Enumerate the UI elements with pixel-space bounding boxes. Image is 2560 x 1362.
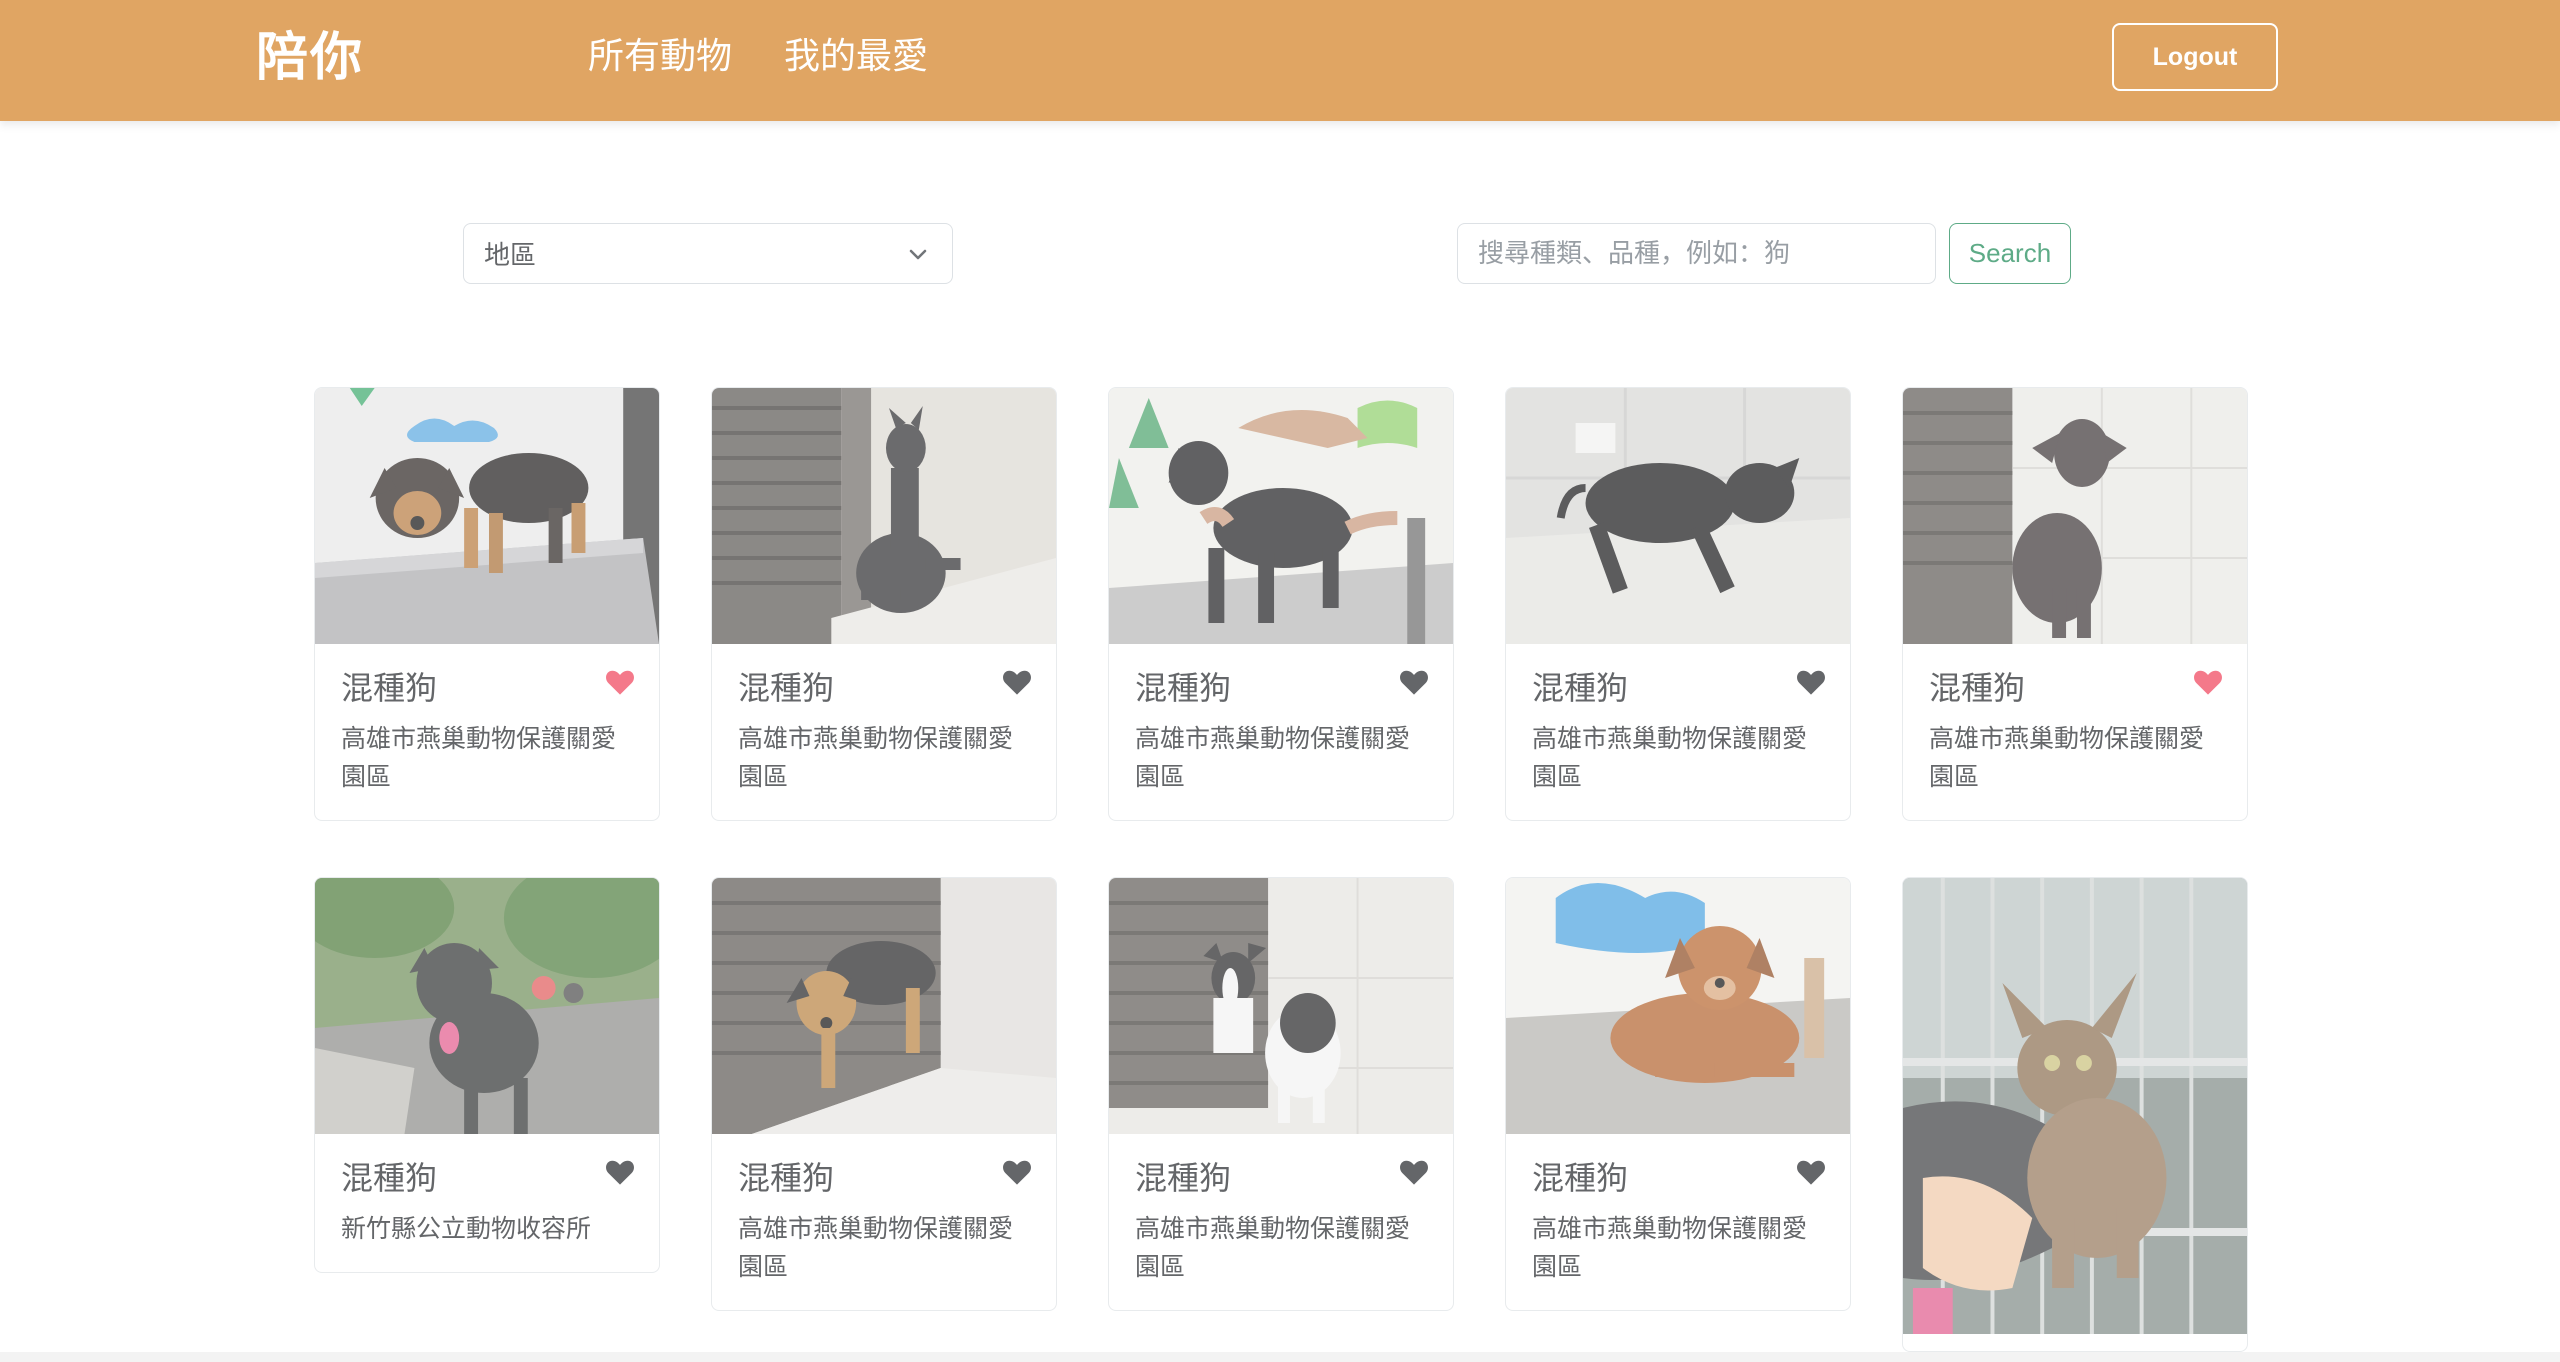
animal-kind: 混種狗 (1929, 669, 2026, 707)
animal-kind: 混種狗 (738, 1159, 835, 1197)
animal-photo (712, 388, 1056, 644)
animal-photo (1903, 878, 2247, 1334)
animal-card[interactable]: 混種狗 高雄市燕巢動物保護關愛園區 (711, 387, 1057, 821)
animal-photo (315, 388, 659, 644)
shelter-location: 高雄市燕巢動物保護關愛園區 (341, 724, 617, 791)
heart-filled-icon[interactable] (605, 668, 635, 696)
animal-card[interactable]: 混種狗 新竹縣公立動物收容所 (314, 877, 660, 1273)
shelter-location: 高雄市燕巢動物保護關愛園區 (738, 724, 1014, 791)
animal-card[interactable]: 混種狗 高雄市燕巢動物保護關愛園區 (1108, 387, 1454, 821)
animal-kind: 混種狗 (1532, 1159, 1629, 1197)
animal-kind: 混種狗 (341, 669, 438, 707)
animal-photo (712, 878, 1056, 1134)
heart-icon[interactable] (1399, 668, 1429, 696)
heart-filled-icon[interactable] (2193, 668, 2223, 696)
heart-icon[interactable] (1399, 1158, 1429, 1186)
animal-kind: 混種狗 (1135, 669, 1232, 707)
animal-photo (1506, 388, 1850, 644)
animal-photo (315, 878, 659, 1134)
animal-card[interactable]: 混種狗 高雄市燕巢動物保護關愛園區 (1108, 877, 1454, 1311)
animal-card[interactable]: 混種狗 高雄市燕巢動物保護關愛園區 (1505, 387, 1851, 821)
animal-kind: 混種狗 (1135, 1159, 1232, 1197)
heart-icon[interactable] (1002, 668, 1032, 696)
shelter-location: 高雄市燕巢動物保護關愛園區 (1135, 724, 1411, 791)
shelter-location: 高雄市燕巢動物保護關愛園區 (1532, 1214, 1808, 1281)
animal-card[interactable]: 混種狗 高雄市燕巢動物保護關愛園區 (711, 877, 1057, 1311)
animal-photo (1506, 878, 1850, 1134)
heart-icon[interactable] (1002, 1158, 1032, 1186)
animal-kind: 混種狗 (341, 1159, 438, 1197)
heart-icon[interactable] (1796, 1158, 1826, 1186)
animal-card[interactable]: 混種狗 高雄市燕巢動物保護關愛園區 (314, 387, 660, 821)
animal-card[interactable]: 混種狗 高雄市燕巢動物保護關愛園區 (1902, 387, 2248, 821)
animal-card-grid: 混種狗 高雄市燕巢動物保護關愛園區 混種狗 高雄市燕巢動物保護關愛園區 混種狗 … (0, 0, 2560, 1362)
animal-photo (1903, 388, 2247, 644)
animal-card[interactable]: 混種狗 高雄市燕巢動物保護關愛園區 (1505, 877, 1851, 1311)
shelter-location: 高雄市燕巢動物保護關愛園區 (738, 1214, 1014, 1281)
animal-photo (1109, 388, 1453, 644)
shelter-location: 高雄市燕巢動物保護關愛園區 (1532, 724, 1808, 791)
animal-card[interactable] (1902, 877, 2248, 1352)
heart-icon[interactable] (1796, 668, 1826, 696)
footer-strip (0, 1352, 2560, 1362)
heart-icon[interactable] (605, 1158, 635, 1186)
shelter-location: 高雄市燕巢動物保護關愛園區 (1135, 1214, 1411, 1281)
shelter-location: 高雄市燕巢動物保護關愛園區 (1929, 724, 2205, 791)
animal-kind: 混種狗 (738, 669, 835, 707)
shelter-location: 新竹縣公立動物收容所 (341, 1214, 592, 1243)
animal-kind: 混種狗 (1532, 669, 1629, 707)
animal-photo (1109, 878, 1453, 1134)
